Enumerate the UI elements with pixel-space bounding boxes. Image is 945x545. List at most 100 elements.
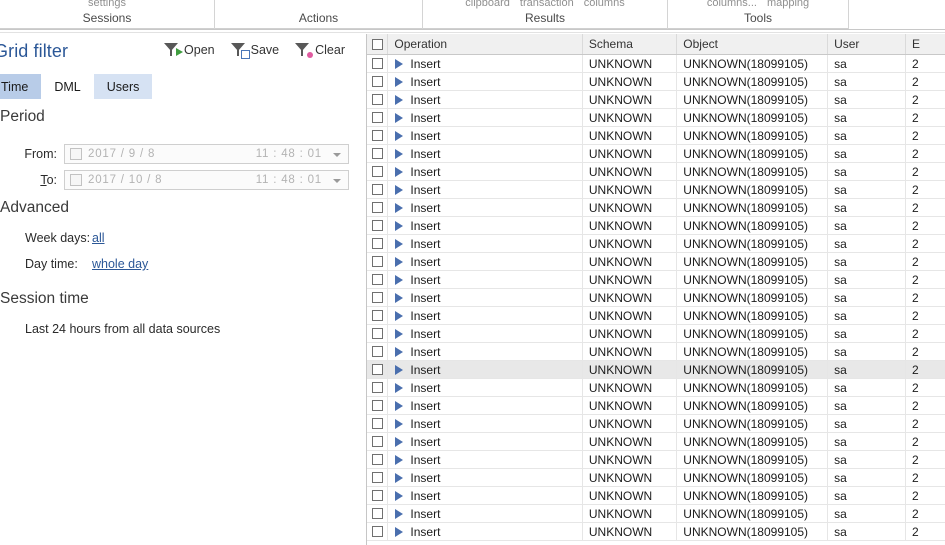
expand-arrow-icon[interactable] xyxy=(395,400,404,411)
filter-clear-button[interactable]: Clear xyxy=(295,42,345,58)
expand-arrow-icon[interactable] xyxy=(395,184,404,195)
column-header-schema[interactable]: Schema xyxy=(583,34,678,54)
table-row[interactable]: Insert UNKNOWN UNKNOWN(18099105) sa 2 xyxy=(367,235,945,253)
ribbon-item-mapping[interactable]: mapping xyxy=(767,0,809,9)
cell-check[interactable] xyxy=(367,289,389,306)
cell-check[interactable] xyxy=(367,163,389,180)
expand-arrow-icon[interactable] xyxy=(395,58,404,69)
row-checkbox[interactable] xyxy=(371,454,383,465)
cell-check[interactable] xyxy=(367,109,389,126)
table-row[interactable]: Insert UNKNOWN UNKNOWN(18099105) sa 2 xyxy=(367,433,945,451)
row-checkbox[interactable] xyxy=(371,292,383,303)
expand-arrow-icon[interactable] xyxy=(395,328,404,339)
cell-check[interactable] xyxy=(367,217,389,234)
expand-arrow-icon[interactable] xyxy=(395,148,404,159)
expand-arrow-icon[interactable] xyxy=(395,508,404,519)
cell-check[interactable] xyxy=(367,523,389,540)
row-checkbox[interactable] xyxy=(371,76,383,87)
cell-check[interactable] xyxy=(367,145,389,162)
cell-check[interactable] xyxy=(367,451,389,468)
table-row[interactable]: Insert UNKNOWN UNKNOWN(18099105) sa 2 xyxy=(367,505,945,523)
row-checkbox[interactable] xyxy=(371,526,383,537)
table-row[interactable]: Insert UNKNOWN UNKNOWN(18099105) sa 2 xyxy=(367,343,945,361)
cell-check[interactable] xyxy=(367,397,389,414)
expand-arrow-icon[interactable] xyxy=(395,454,404,465)
expand-arrow-icon[interactable] xyxy=(395,238,404,249)
table-row[interactable]: Insert UNKNOWN UNKNOWN(18099105) sa 2 xyxy=(367,415,945,433)
table-row[interactable]: Insert UNKNOWN UNKNOWN(18099105) sa 2 xyxy=(367,91,945,109)
row-checkbox[interactable] xyxy=(371,310,383,321)
table-row[interactable]: Insert UNKNOWN UNKNOWN(18099105) sa 2 xyxy=(367,397,945,415)
row-checkbox[interactable] xyxy=(371,220,383,231)
column-header-extra[interactable]: E xyxy=(906,34,945,54)
cell-check[interactable] xyxy=(367,55,389,72)
expand-arrow-icon[interactable] xyxy=(395,130,404,141)
row-checkbox[interactable] xyxy=(371,346,383,357)
row-checkbox[interactable] xyxy=(371,202,383,213)
period-from-field[interactable]: 2017 / 9 / 8 11 : 48 : 01 xyxy=(64,144,349,164)
expand-arrow-icon[interactable] xyxy=(395,292,404,303)
row-checkbox[interactable] xyxy=(371,472,383,483)
table-row[interactable]: Insert UNKNOWN UNKNOWN(18099105) sa 2 xyxy=(367,163,945,181)
tab-users[interactable]: Users xyxy=(93,74,153,99)
table-row[interactable]: Insert UNKNOWN UNKNOWN(18099105) sa 2 xyxy=(367,55,945,73)
cell-check[interactable] xyxy=(367,433,389,450)
expand-arrow-icon[interactable] xyxy=(395,202,404,213)
period-to-checkbox[interactable] xyxy=(70,174,82,186)
expand-arrow-icon[interactable] xyxy=(395,418,404,429)
ribbon-item-columns[interactable]: columns... xyxy=(707,0,757,9)
cell-check[interactable] xyxy=(367,253,389,270)
cell-check[interactable] xyxy=(367,235,389,252)
cell-check[interactable] xyxy=(367,73,389,90)
expand-arrow-icon[interactable] xyxy=(395,436,404,447)
table-row[interactable]: Insert UNKNOWN UNKNOWN(18099105) sa 2 xyxy=(367,307,945,325)
table-row[interactable]: Insert UNKNOWN UNKNOWN(18099105) sa 2 xyxy=(367,451,945,469)
cell-check[interactable] xyxy=(367,379,389,396)
row-checkbox[interactable] xyxy=(371,94,383,105)
table-row[interactable]: Insert UNKNOWN UNKNOWN(18099105) sa 2 xyxy=(367,523,945,541)
cell-check[interactable] xyxy=(367,199,389,216)
tab-time[interactable]: Time xyxy=(0,74,42,99)
expand-arrow-icon[interactable] xyxy=(395,220,404,231)
table-row[interactable]: Insert UNKNOWN UNKNOWN(18099105) sa 2 xyxy=(367,487,945,505)
week-days-value-link[interactable]: all xyxy=(92,231,105,245)
column-header-user[interactable]: User xyxy=(828,34,906,54)
row-checkbox[interactable] xyxy=(371,112,383,123)
cell-check[interactable] xyxy=(367,91,389,108)
ribbon-item-settings[interactable]: settings xyxy=(88,0,126,9)
period-to-field[interactable]: 2017 / 10 / 8 11 : 48 : 01 xyxy=(64,170,349,190)
expand-arrow-icon[interactable] xyxy=(395,274,404,285)
cell-check[interactable] xyxy=(367,181,389,198)
table-row[interactable]: Insert UNKNOWN UNKNOWN(18099105) sa 2 xyxy=(367,271,945,289)
expand-arrow-icon[interactable] xyxy=(395,472,404,483)
table-row[interactable]: Insert UNKNOWN UNKNOWN(18099105) sa 2 xyxy=(367,469,945,487)
period-from-checkbox[interactable] xyxy=(70,148,82,160)
cell-check[interactable] xyxy=(367,307,389,324)
column-header-object[interactable]: Object xyxy=(677,34,829,54)
row-checkbox[interactable] xyxy=(371,130,383,141)
table-row[interactable]: Insert UNKNOWN UNKNOWN(18099105) sa 2 xyxy=(367,199,945,217)
expand-arrow-icon[interactable] xyxy=(395,346,404,357)
expand-arrow-icon[interactable] xyxy=(395,256,404,267)
column-header-check[interactable] xyxy=(367,34,389,54)
row-checkbox[interactable] xyxy=(371,58,383,69)
filter-open-button[interactable]: Open xyxy=(164,42,215,58)
table-row[interactable]: Insert UNKNOWN UNKNOWN(18099105) sa 2 xyxy=(367,145,945,163)
row-checkbox[interactable] xyxy=(371,148,383,159)
table-row[interactable]: Insert UNKNOWN UNKNOWN(18099105) sa 2 xyxy=(367,217,945,235)
expand-arrow-icon[interactable] xyxy=(395,166,404,177)
table-row[interactable]: Insert UNKNOWN UNKNOWN(18099105) sa 2 xyxy=(367,127,945,145)
table-row[interactable]: Insert UNKNOWN UNKNOWN(18099105) sa 2 xyxy=(367,289,945,307)
row-checkbox[interactable] xyxy=(371,436,383,447)
select-all-checkbox[interactable] xyxy=(371,38,383,50)
table-row[interactable]: Insert UNKNOWN UNKNOWN(18099105) sa 2 xyxy=(367,325,945,343)
expand-arrow-icon[interactable] xyxy=(395,382,404,393)
expand-arrow-icon[interactable] xyxy=(395,364,404,375)
column-header-operation[interactable]: Operation xyxy=(388,34,583,54)
row-checkbox[interactable] xyxy=(371,184,383,195)
row-checkbox[interactable] xyxy=(371,508,383,519)
row-checkbox[interactable] xyxy=(371,328,383,339)
row-checkbox[interactable] xyxy=(371,418,383,429)
expand-arrow-icon[interactable] xyxy=(395,490,404,501)
row-checkbox[interactable] xyxy=(371,364,383,375)
